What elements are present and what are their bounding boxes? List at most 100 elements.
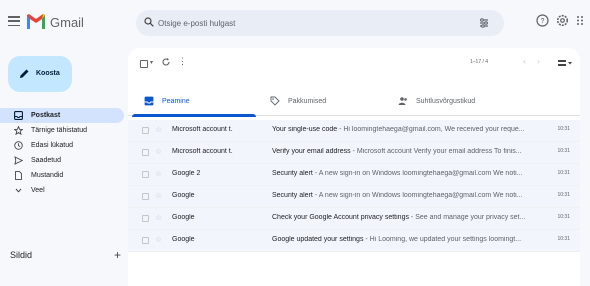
email-row[interactable]: ☆ Microsoft account t. Your single-use c… (128, 120, 580, 142)
sidebar-item-label: Tärnige tähistatud (31, 127, 88, 134)
email-time: 10:31 (557, 148, 570, 154)
email-row[interactable]: ☆ Microsoft account t. Verify your email… (128, 142, 580, 164)
email-sender: Google (172, 192, 195, 199)
apps-grid-icon[interactable] (576, 14, 586, 27)
row-checkbox[interactable] (142, 171, 149, 178)
density-settings-icon[interactable] (558, 58, 572, 68)
sidebar-item-sent[interactable]: Saadetud (0, 153, 128, 168)
tag-icon (270, 96, 280, 106)
email-snippet: - See and manage your privacy set... (408, 214, 526, 221)
gmail-logo-icon[interactable] (26, 12, 46, 30)
email-sender: Google 2 (172, 170, 201, 177)
email-subject-line: Verify your email address - Microsoft ac… (272, 148, 536, 155)
clock-icon (14, 141, 23, 150)
row-checkbox[interactable] (142, 149, 149, 156)
help-icon[interactable]: ? (536, 14, 549, 27)
email-row[interactable]: ☆ Google Security alert - A new sign-in … (128, 186, 580, 208)
sidebar-item-inbox[interactable]: Postkast (0, 108, 124, 123)
star-icon[interactable]: ☆ (155, 213, 162, 222)
draft-icon (15, 171, 22, 180)
people-icon (398, 97, 407, 105)
email-list: ☆ Microsoft account t. Your single-use c… (128, 120, 580, 252)
email-snippet: - Hi Looming, we updated your settings l… (363, 236, 522, 243)
email-sender: Google (172, 214, 195, 221)
email-subject: Check your Google Account privacy settin… (272, 214, 409, 221)
top-bar: Gmail ? (0, 0, 590, 44)
pencil-icon (20, 69, 29, 78)
star-icon[interactable]: ☆ (155, 147, 162, 156)
email-row[interactable]: ☆ Google Check your Google Account priva… (128, 208, 580, 230)
chevron-down-icon (15, 188, 22, 193)
row-checkbox[interactable] (142, 237, 149, 244)
row-checkbox[interactable] (142, 193, 149, 200)
compose-button[interactable]: Koosta (8, 56, 72, 92)
inbox-icon (14, 111, 23, 120)
sidebar-item-drafts[interactable]: Mustandid (0, 168, 128, 183)
main-menu-button[interactable] (8, 16, 20, 26)
row-checkbox[interactable] (142, 127, 149, 134)
email-subject-line: Your single-use code - Hi loomingtehaega… (272, 126, 536, 133)
inbox-icon (144, 96, 154, 106)
email-subject: Your single-use code (272, 126, 338, 133)
category-tabs: Peamine Pakkumised Suhtlusvõrgustikud (128, 86, 580, 117)
search-input[interactable] (158, 15, 458, 31)
next-page-icon[interactable]: › (534, 57, 543, 67)
email-subject-line: Check your Google Account privacy settin… (272, 214, 536, 221)
more-options-icon[interactable]: ⋮ (178, 56, 187, 67)
search-options-icon[interactable] (478, 17, 490, 29)
sidebar-item-label: Saadetud (31, 157, 61, 164)
star-icon[interactable]: ☆ (155, 235, 162, 244)
select-all-checkbox[interactable] (140, 60, 148, 68)
compose-label: Koosta (36, 70, 60, 77)
email-snippet: - Microsoft account Verify your email ad… (350, 148, 522, 155)
app-name: Gmail (50, 15, 84, 30)
email-time: 10:31 (557, 192, 570, 198)
email-time: 10:31 (557, 126, 570, 132)
tab-promotions[interactable]: Pakkumised (270, 86, 326, 116)
email-subject: Security alert (272, 192, 313, 199)
email-snippet: - A new sign-in on Windows loomingtehaeg… (312, 192, 523, 199)
sidebar-item-starred[interactable]: Tärnige tähistatud (0, 123, 128, 138)
sidebar-nav: Postkast Tärnige tähistatud Edasi lükatu… (0, 108, 128, 198)
email-subject: Google updated your settings (272, 236, 364, 243)
sidebar-item-label: Edasi lükatud (31, 142, 74, 149)
email-snippet: - A new sign-in on Windows loomingtehaeg… (312, 170, 523, 177)
refresh-icon[interactable] (161, 57, 171, 67)
send-icon (14, 156, 23, 165)
email-row[interactable]: ☆ Google 2 Security alert - A new sign-i… (128, 164, 580, 186)
row-checkbox[interactable] (142, 215, 149, 222)
tab-label: Pakkumised (288, 97, 327, 105)
labels-heading: Sildid (10, 250, 33, 260)
search-bar (136, 10, 504, 36)
email-subject-line: Security alert - A new sign-in on Window… (272, 170, 536, 177)
search-icon[interactable] (144, 17, 154, 27)
email-time: 10:31 (557, 170, 570, 176)
star-icon[interactable]: ☆ (155, 191, 162, 200)
select-dropdown-icon[interactable]: ▾ (150, 59, 153, 66)
tab-label: Peamine (162, 97, 190, 105)
add-label-button[interactable]: + (114, 248, 121, 262)
tab-label: Suhtlusvõrgustikud (416, 97, 476, 105)
sidebar-item-label: Mustandid (31, 172, 64, 179)
star-icon[interactable]: ☆ (155, 125, 162, 134)
email-row[interactable]: ☆ Google Google updated your settings - … (128, 230, 580, 252)
tab-primary[interactable]: Peamine (132, 86, 256, 117)
settings-gear-icon[interactable] (556, 14, 569, 27)
sidebar-item-label: Postkast (31, 112, 61, 119)
tab-social[interactable]: Suhtlusvõrgustikud (398, 86, 475, 116)
email-snippet: - Hi loomingtehaega@gmail.com, We receiv… (337, 126, 525, 133)
sidebar-item-more[interactable]: Veel (0, 183, 128, 198)
prev-page-icon[interactable]: ‹ (520, 57, 529, 67)
email-sender: Google (172, 236, 195, 243)
star-icon (14, 126, 23, 135)
email-time: 10:31 (557, 214, 570, 220)
svg-text:?: ? (541, 18, 545, 25)
email-subject: Security alert (272, 170, 313, 177)
sidebar-item-label: Veel (31, 187, 45, 194)
email-subject-line: Google updated your settings - Hi Loomin… (272, 236, 536, 243)
sidebar-item-snoozed[interactable]: Edasi lükatud (0, 138, 128, 153)
star-icon[interactable]: ☆ (155, 169, 162, 178)
email-sender: Microsoft account t. (172, 126, 233, 133)
mail-toolbar: ▾ ⋮ 1–17 / 4 ‹ › (128, 48, 580, 78)
email-sender: Microsoft account t. (172, 148, 233, 155)
